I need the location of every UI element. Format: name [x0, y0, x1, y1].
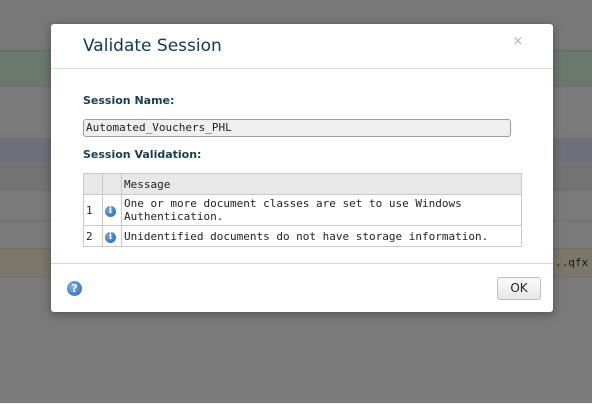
dialog-title: Validate Session	[83, 36, 222, 56]
row-icon-cell: i	[102, 194, 122, 226]
info-icon: i	[105, 206, 116, 217]
row-number: 1	[83, 194, 103, 226]
session-validation-label: Session Validation:	[83, 148, 202, 161]
help-icon[interactable]: ?	[67, 281, 82, 296]
table-row[interactable]: 1 i One or more document classes are set…	[83, 194, 522, 226]
session-name-label: Session Name:	[83, 94, 175, 107]
row-icon-cell: i	[102, 225, 122, 247]
close-icon[interactable]: ×	[511, 35, 525, 49]
validation-messages-table: Message 1 i One or more document classes…	[83, 173, 522, 247]
row-message: Unidentified documents do not have stora…	[121, 225, 522, 247]
table-row[interactable]: 2 i Unidentified documents do not have s…	[83, 225, 522, 247]
header-message-cell: Message	[121, 173, 522, 195]
ok-button[interactable]: OK	[497, 277, 541, 300]
table-header-row: Message	[83, 173, 522, 195]
header-number-cell	[83, 173, 103, 195]
dialog-footer: ? OK	[51, 263, 553, 313]
validate-session-dialog: Validate Session × Session Name: Automat…	[51, 24, 553, 312]
session-name-field[interactable]: Automated_Vouchers_PHL	[83, 119, 511, 137]
row-number: 2	[83, 225, 103, 247]
dialog-header: Validate Session ×	[51, 24, 553, 69]
info-icon: i	[105, 232, 116, 243]
header-icon-cell	[102, 173, 122, 195]
row-message: One or more document classes are set to …	[121, 194, 522, 226]
